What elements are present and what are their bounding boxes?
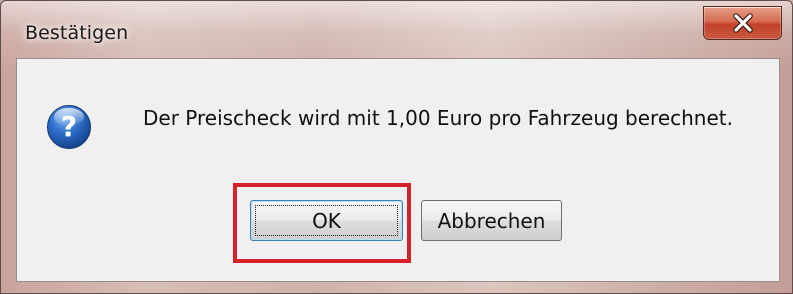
cancel-button-label: Abbrechen [437, 208, 546, 233]
close-icon [732, 13, 753, 33]
ok-button[interactable]: OK [250, 200, 403, 241]
dialog-content: ? Der Preischeck wird mit 1,00 Euro pro … [16, 58, 780, 282]
title-bar[interactable]: Bestätigen [1, 1, 792, 57]
question-icon: ? [47, 105, 91, 149]
dialog-window: Bestätigen ? Der Preischeck wird mit 1,0… [0, 0, 793, 294]
window-title: Bestätigen [25, 22, 129, 44]
dialog-message: Der Preischeck wird mit 1,00 Euro pro Fa… [143, 106, 733, 130]
cancel-button[interactable]: Abbrechen [421, 200, 562, 241]
close-button[interactable] [703, 6, 782, 40]
focus-ring [255, 205, 398, 236]
svg-text:?: ? [61, 110, 77, 143]
